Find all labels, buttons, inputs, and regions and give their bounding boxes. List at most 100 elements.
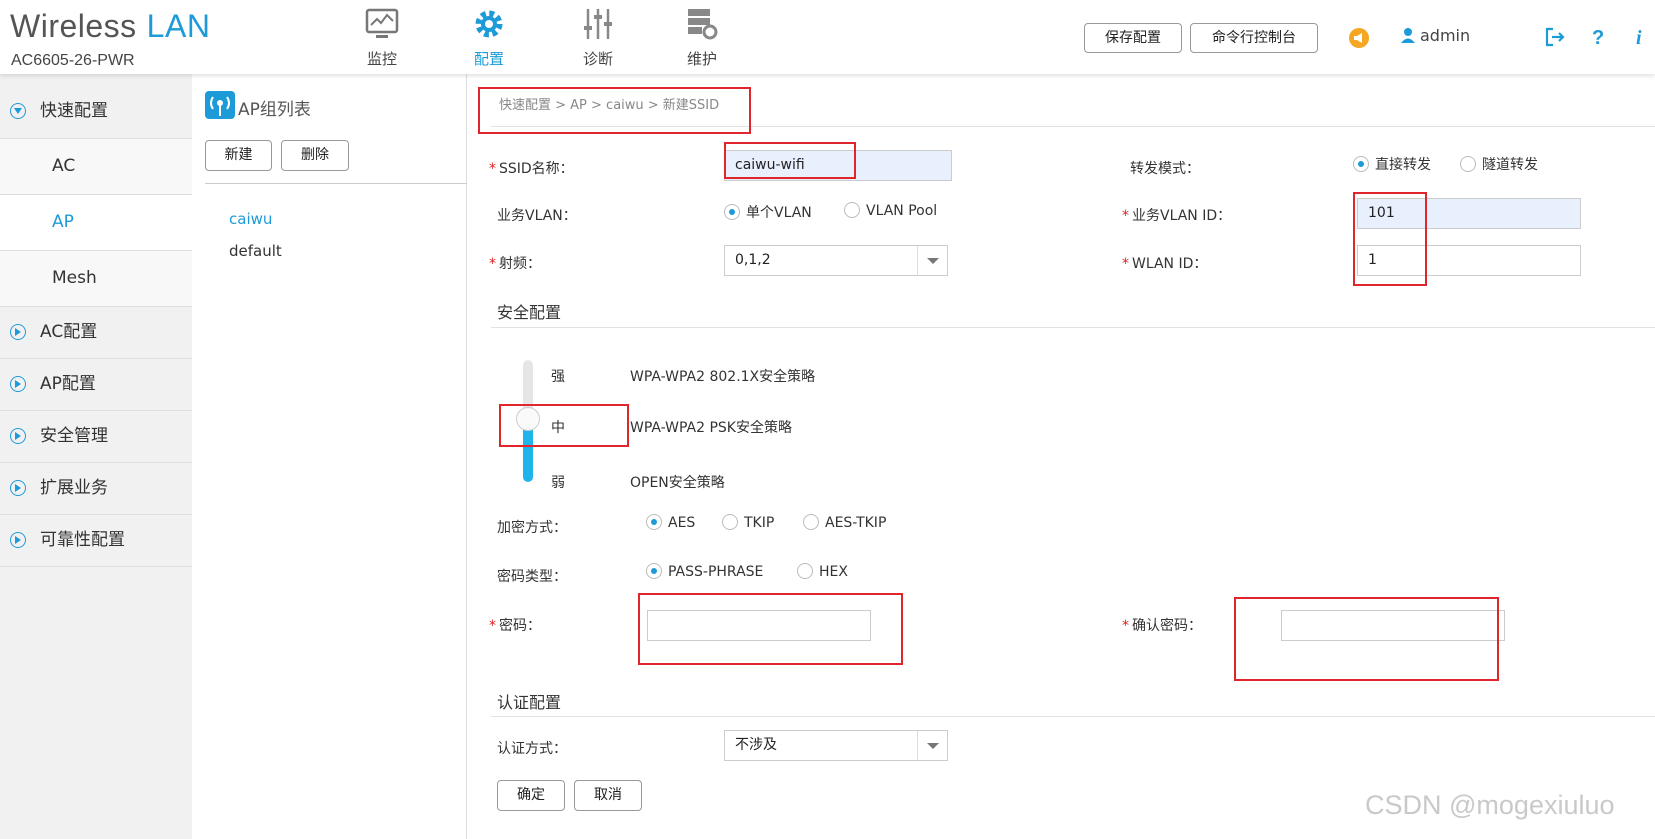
sidebar-extended-label: 扩展业务 xyxy=(40,478,108,498)
device-model: AC6605-26-PWR xyxy=(11,52,135,69)
encryption-tkip-radio[interactable]: TKIP xyxy=(722,514,774,531)
sidebar-item-mesh[interactable]: Mesh xyxy=(0,251,192,307)
svg-text:i: i xyxy=(1636,27,1642,48)
radio-unselected-icon xyxy=(797,563,813,579)
sidebar-item-mesh-label: Mesh xyxy=(52,268,97,288)
highlight-ssid xyxy=(724,142,856,179)
sidebar-quick-config[interactable]: 快速配置 xyxy=(0,84,192,139)
password-label: 密码： xyxy=(489,615,541,635)
top-header: Wireless LAN AC6605-26-PWR 监控 配置 诊断 维护 保存… xyxy=(0,0,1655,74)
auth-method-label: 认证方式： xyxy=(497,741,567,757)
policy-psk[interactable]: WPA-WPA2 PSK安全策略 xyxy=(630,417,792,437)
key-type-label: 密码类型： xyxy=(497,569,567,585)
sidebar-quick-config-label: 快速配置 xyxy=(40,101,108,121)
new-group-button[interactable]: 新建 xyxy=(205,140,272,171)
encryption-aes-tkip-label: AES-TKIP xyxy=(825,515,887,531)
gear-icon xyxy=(475,10,503,38)
nav-monitor[interactable]: 监控 xyxy=(342,4,422,69)
highlight-confirm-password xyxy=(1234,597,1499,681)
policy-8021x[interactable]: WPA-WPA2 802.1X安全策略 xyxy=(630,366,815,386)
info-icon[interactable]: i xyxy=(1633,26,1647,48)
save-config-button[interactable]: 保存配置 xyxy=(1084,23,1182,53)
cli-console-button[interactable]: 命令行控制台 xyxy=(1190,23,1318,53)
sidebar-security-label: 安全管理 xyxy=(40,426,108,446)
radio-frequency-label: 射频： xyxy=(489,253,541,273)
cancel-button[interactable]: 取消 xyxy=(574,780,642,811)
collapse-circle-icon xyxy=(10,103,26,119)
sidebar-item-ac[interactable]: AC xyxy=(0,139,192,195)
nav-configure-label: 配置 xyxy=(473,50,504,68)
svg-text:?: ? xyxy=(1592,27,1604,48)
forward-tunnel-label: 隧道转发 xyxy=(1482,157,1538,173)
sidebar-item-ap[interactable]: AP xyxy=(0,195,192,251)
sidebar-ap-config[interactable]: AP配置 xyxy=(0,359,192,411)
sliders-icon xyxy=(584,9,612,39)
highlight-security-level xyxy=(499,404,629,447)
sidebar-reliability-label: 可靠性配置 xyxy=(40,530,125,550)
nav-configure[interactable]: 配置 xyxy=(449,4,529,69)
vlan-pool-radio[interactable]: VLAN Pool xyxy=(844,202,937,219)
nav-maintain[interactable]: 维护 xyxy=(662,4,742,69)
chevron-down-icon xyxy=(917,246,947,275)
chevron-down-icon xyxy=(917,731,947,760)
radio-frequency-select[interactable]: 0,1,2 xyxy=(724,245,948,276)
sidebar-reliability[interactable]: 可靠性配置 xyxy=(0,515,192,567)
username: admin xyxy=(1420,26,1471,45)
expand-circle-icon xyxy=(10,480,26,496)
monitor-icon xyxy=(365,8,399,38)
user-icon xyxy=(1401,28,1415,43)
brand-logo: Wireless LAN xyxy=(10,8,210,45)
radio-unselected-icon xyxy=(1460,156,1476,172)
forward-direct-radio[interactable]: 直接转发 xyxy=(1353,154,1431,174)
notification-icon[interactable] xyxy=(1349,28,1369,48)
delete-group-button[interactable]: 删除 xyxy=(281,140,349,171)
logout-icon[interactable] xyxy=(1544,26,1566,48)
nav-diagnose[interactable]: 诊断 xyxy=(558,4,638,69)
key-hex-radio[interactable]: HEX xyxy=(797,563,848,580)
encryption-aes-radio[interactable]: AES xyxy=(646,514,695,531)
sidebar-item-ac-label: AC xyxy=(52,156,76,176)
highlight-breadcrumb xyxy=(478,87,751,134)
sidebar-extended[interactable]: 扩展业务 xyxy=(0,463,192,515)
group-item-default[interactable]: default xyxy=(229,242,282,260)
ok-button[interactable]: 确定 xyxy=(497,780,565,811)
single-vlan-label: 单个VLAN xyxy=(746,205,812,221)
auth-method-select[interactable]: 不涉及 xyxy=(724,730,948,761)
ap-group-title: AP组列表 xyxy=(238,100,311,120)
expand-circle-icon xyxy=(10,376,26,392)
group-item-caiwu[interactable]: caiwu xyxy=(229,210,272,228)
forward-tunnel-radio[interactable]: 隧道转发 xyxy=(1460,154,1538,174)
app-root: Wireless LAN AC6605-26-PWR 监控 配置 诊断 维护 保存… xyxy=(0,0,1655,839)
radio-selected-icon xyxy=(646,514,662,530)
encryption-aes-label: AES xyxy=(668,515,696,531)
radio-selected-icon xyxy=(724,204,740,220)
auth-divider xyxy=(491,716,1655,717)
single-vlan-radio[interactable]: 单个VLAN xyxy=(724,202,812,222)
highlight-vlan-wlan-id xyxy=(1353,192,1427,286)
wlan-id-label: WLAN ID： xyxy=(1122,253,1207,273)
sidebar-security[interactable]: 安全管理 xyxy=(0,411,192,463)
sidebar-ac-config[interactable]: AC配置 xyxy=(0,307,192,359)
sidebar: 快速配置 AC AP Mesh AC配置 AP配置 安全管理 扩展业务 可靠性配… xyxy=(0,74,192,839)
key-passphrase-radio[interactable]: PASS-PHRASE xyxy=(646,563,763,580)
key-hex-label: HEX xyxy=(819,564,848,580)
ap-group-panel: AP组列表 新建 删除 caiwu default xyxy=(192,74,467,839)
watermark: CSDN @mogexiuluo xyxy=(1365,790,1615,820)
key-passphrase-label: PASS-PHRASE xyxy=(668,564,764,580)
brand-word-wireless: Wireless xyxy=(10,8,137,44)
encryption-aes-tkip-radio[interactable]: AES-TKIP xyxy=(803,514,886,531)
nav-maintain-label: 维护 xyxy=(686,50,717,68)
sidebar-ap-config-label: AP配置 xyxy=(40,374,96,394)
policy-open[interactable]: OPEN安全策略 xyxy=(630,472,725,492)
expand-circle-icon xyxy=(10,428,26,444)
expand-circle-icon xyxy=(10,532,26,548)
ssid-label: SSID名称： xyxy=(489,158,574,178)
forward-mode-label: 转发模式： xyxy=(1130,161,1200,177)
nav-diagnose-label: 诊断 xyxy=(582,50,613,68)
confirm-password-label: 确认密码： xyxy=(1122,615,1202,635)
highlight-password xyxy=(638,593,903,665)
level-strong: 强 xyxy=(551,369,565,385)
user-menu[interactable]: admin xyxy=(1400,26,1470,45)
help-icon[interactable]: ? xyxy=(1590,26,1606,48)
radio-unselected-icon xyxy=(803,514,819,530)
